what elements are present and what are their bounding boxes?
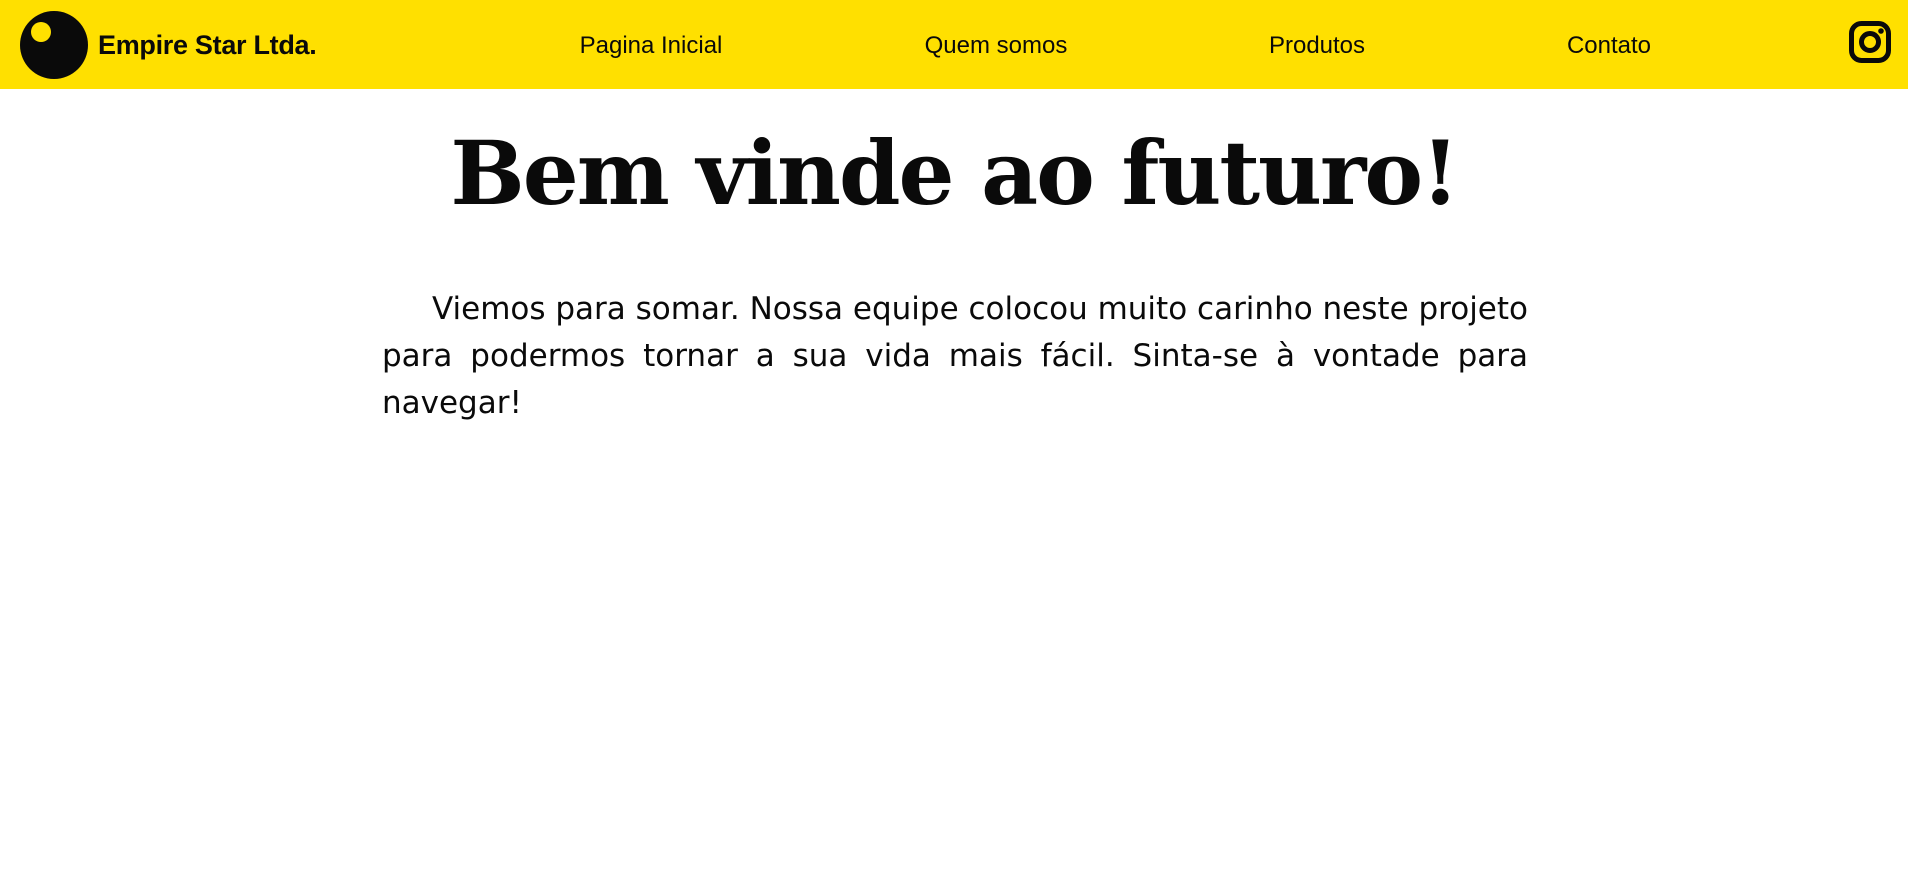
- brand-home-link[interactable]: Empire Star Ltda.: [20, 11, 317, 79]
- nav-link-quem-somos[interactable]: Quem somos: [925, 29, 1068, 63]
- instagram-glyph-icon: [1849, 21, 1891, 63]
- brand-name: Empire Star Ltda.: [98, 29, 317, 60]
- page-title: Bem vinde ao futuro!: [450, 121, 1459, 225]
- intro-paragraph: Viemos para somar. Nossa equipe colocou …: [382, 291, 1529, 421]
- eclipse-logo-icon: [20, 11, 88, 79]
- nav-link-pagina-inicial[interactable]: Pagina Inicial: [580, 29, 723, 63]
- nav-link-contato[interactable]: Contato: [1567, 29, 1651, 63]
- nav-link-produtos[interactable]: Produtos: [1269, 29, 1365, 63]
- top-navigation-bar: Empire Star Ltda. Pagina Inicial Quem so…: [0, 0, 1908, 89]
- instagram-icon[interactable]: [1849, 21, 1891, 63]
